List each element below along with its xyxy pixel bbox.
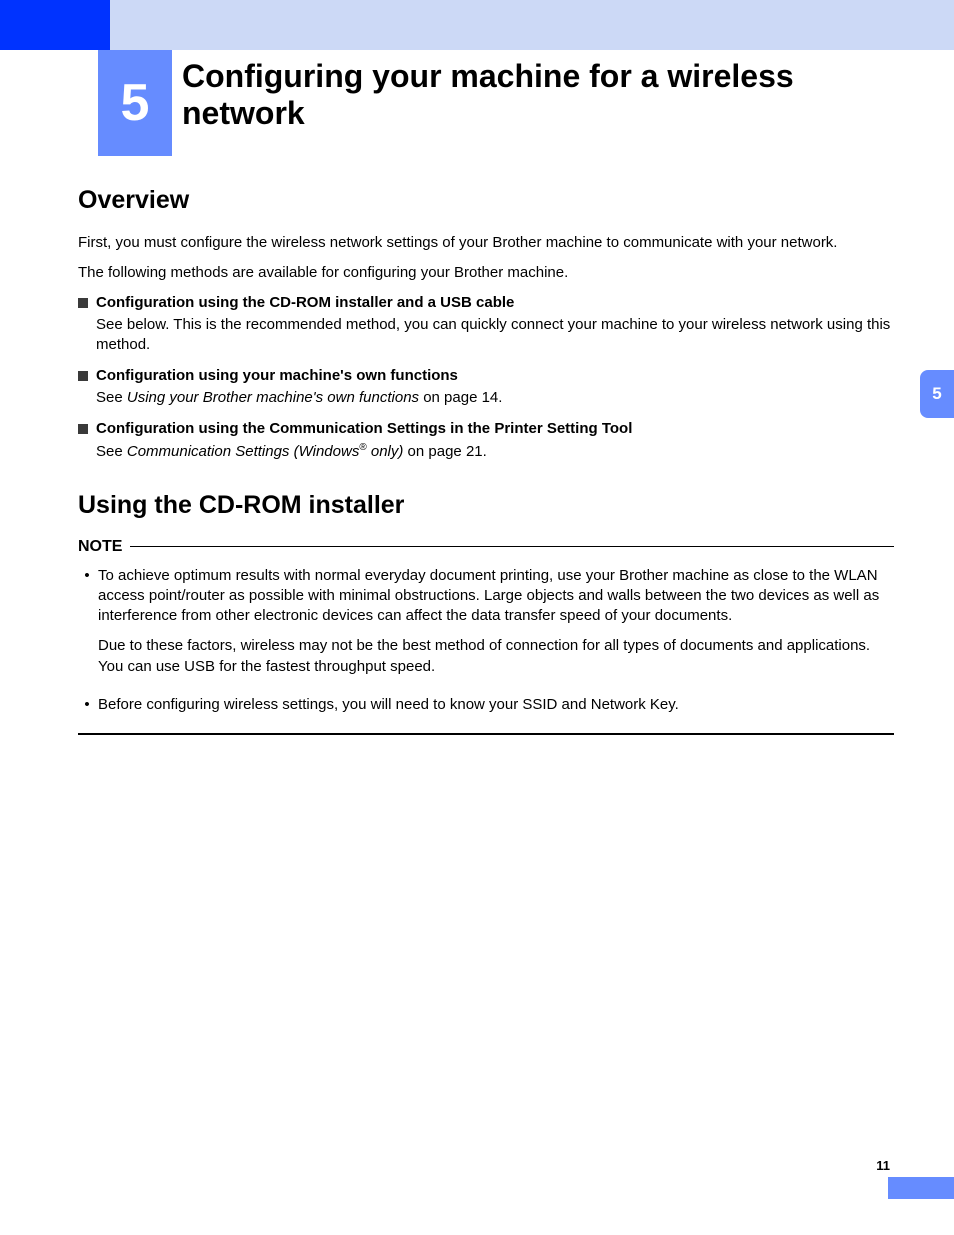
bullet-3-post: on page 21.	[403, 443, 486, 460]
note-2-p1: Before configuring wireless settings, yo…	[98, 695, 894, 715]
cdrom-heading: Using the CD-ROM installer	[78, 491, 894, 520]
bullet-dot-icon: •	[80, 566, 94, 586]
square-bullet-icon	[78, 424, 88, 434]
bullet-2-title: Configuration using your machine's own f…	[96, 367, 458, 384]
header-light-bar	[110, 0, 954, 50]
note-2-text: Before configuring wireless settings, yo…	[94, 695, 894, 725]
side-tab-label: 5	[932, 384, 941, 404]
page-number: 11	[876, 1158, 890, 1173]
note-rule-top	[130, 546, 894, 548]
overview-heading: Overview	[78, 186, 894, 215]
square-bullet-icon	[78, 371, 88, 381]
note-1-p2: Due to these factors, wireless may not b…	[98, 636, 894, 677]
bullet-3-pre: See	[96, 443, 127, 460]
bullet-2-pre: See	[96, 389, 127, 406]
overview-p2: The following methods are available for …	[78, 263, 894, 283]
note-header: NOTE	[78, 538, 894, 556]
bullet-item-3: Configuration using the Communication Se…	[78, 420, 894, 437]
bullet-2-post: on page 14.	[419, 389, 502, 406]
bullet-2-italic: Using your Brother machine's own functio…	[127, 389, 419, 406]
note-body: • To achieve optimum results with normal…	[78, 566, 894, 726]
bullet-item-2: Configuration using your machine's own f…	[78, 367, 894, 384]
bullet-3-italic-a: Communication Settings (Windows	[127, 443, 359, 460]
side-tab: 5	[920, 370, 954, 418]
chapter-number-box: 5	[98, 50, 172, 156]
overview-p1: First, you must configure the wireless n…	[78, 233, 894, 253]
header-accent-bar	[0, 0, 110, 50]
note-1-p1: To achieve optimum results with normal e…	[98, 566, 894, 627]
bullet-dot-icon: •	[80, 695, 94, 715]
note-1-text: To achieve optimum results with normal e…	[94, 566, 894, 687]
bullet-3-italic-b: only)	[367, 443, 404, 460]
footer-accent-bar	[888, 1177, 954, 1199]
bullet-2-body: See Using your Brother machine's own fun…	[96, 388, 894, 408]
square-bullet-icon	[78, 298, 88, 308]
bullet-1-title: Configuration using the CD-ROM installer…	[96, 294, 514, 311]
chapter-title: Configuring your machine for a wireless …	[182, 58, 892, 132]
chapter-number: 5	[121, 73, 150, 133]
page-content: Overview First, you must configure the w…	[78, 186, 894, 735]
bullet-item-1: Configuration using the CD-ROM installer…	[78, 294, 894, 311]
note-rule-bottom	[78, 733, 894, 735]
registered-mark-icon: ®	[359, 442, 366, 453]
note-label: NOTE	[78, 538, 130, 556]
bullet-3-title: Configuration using the Communication Se…	[96, 420, 632, 437]
note-item-1: • To achieve optimum results with normal…	[78, 566, 894, 687]
bullet-1-body: See below. This is the recommended metho…	[96, 315, 894, 356]
note-item-2: • Before configuring wireless settings, …	[78, 695, 894, 725]
bullet-3-body: See Communication Settings (Windows® onl…	[96, 441, 894, 462]
